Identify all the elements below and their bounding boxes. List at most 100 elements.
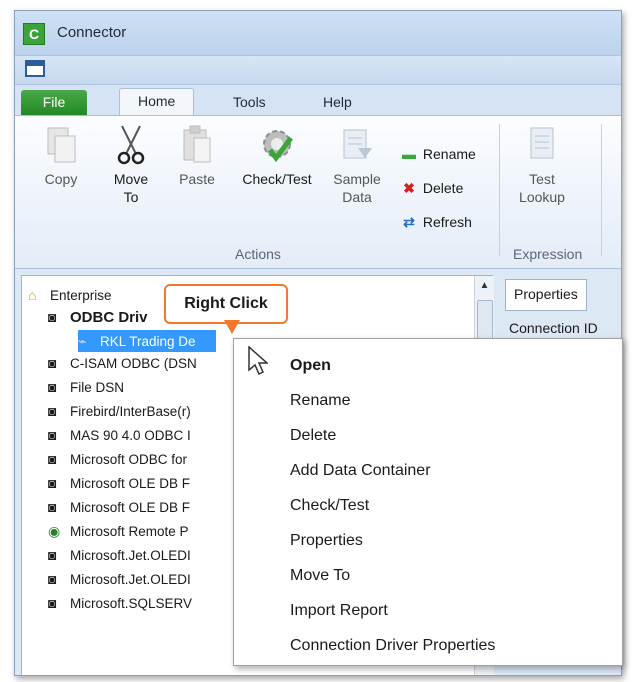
tab-properties[interactable]: Properties bbox=[505, 279, 587, 311]
rename-label: Rename bbox=[422, 146, 476, 162]
paste-icon bbox=[183, 125, 211, 163]
scroll-thumb[interactable] bbox=[477, 300, 493, 342]
tree-item[interactable]: ◉ Microsoft Remote P bbox=[48, 520, 189, 542]
tree-item-label: RKL Trading De bbox=[100, 334, 196, 349]
tree-item[interactable]: ◙ MAS 90 4.0 ODBC I bbox=[48, 424, 191, 446]
actions-group-label: Actions bbox=[235, 246, 281, 262]
refresh-label: Refresh bbox=[422, 214, 472, 230]
mouse-pointer-icon bbox=[248, 346, 268, 376]
odbc-driver-icon: ◙ bbox=[48, 547, 57, 563]
odbc-driver-icon: ◙ bbox=[48, 355, 57, 371]
tree-item-label: Microsoft OLE DB F bbox=[70, 500, 191, 515]
tree-item[interactable]: ◙ Microsoft OLE DB F bbox=[48, 472, 190, 494]
tree-item[interactable]: ◙ File DSN bbox=[48, 376, 124, 398]
odbc-driver-icon: ◙ bbox=[48, 451, 57, 467]
delete-x-icon: ✖ bbox=[403, 180, 415, 196]
context-menu: Open Rename Delete Add Data Container Ch… bbox=[233, 338, 623, 666]
copy-label: Copy bbox=[44, 171, 78, 187]
test-lookup-label-line1: Test bbox=[529, 171, 555, 187]
check-gear-icon bbox=[263, 130, 293, 163]
odbc-driver-icon: ◙ bbox=[48, 379, 57, 395]
move-to-label-line1: Move bbox=[113, 171, 149, 187]
odbc-driver-icon: ◙ bbox=[48, 499, 57, 515]
sample-data-label-line2: Data bbox=[342, 189, 372, 205]
delete-button[interactable]: ✖ Delete bbox=[399, 180, 463, 197]
tree-item[interactable]: ◙ Microsoft OLE DB F bbox=[48, 496, 190, 518]
tree-item-label: Firebird/InterBase(r) bbox=[70, 404, 191, 419]
test-lookup-icon bbox=[530, 127, 554, 159]
move-to-button[interactable]: Move To bbox=[101, 124, 161, 206]
sample-data-label-line1: Sample bbox=[333, 171, 381, 187]
scissors-icon bbox=[117, 125, 145, 165]
paste-button[interactable]: Paste bbox=[169, 124, 225, 188]
tree-item[interactable]: ◙ Microsoft.Jet.OLEDI bbox=[48, 544, 191, 566]
app-logo-icon: C bbox=[23, 23, 45, 45]
menu-item-import-report[interactable]: Import Report bbox=[290, 596, 388, 626]
tab-home[interactable]: Home bbox=[119, 88, 195, 117]
odbc-driver-icon: ◙ bbox=[48, 475, 57, 491]
menu-item-connection-driver-properties[interactable]: Connection Driver Properties bbox=[290, 631, 495, 661]
tree-item-label: MAS 90 4.0 ODBC I bbox=[70, 428, 191, 443]
refresh-button[interactable]: ⇄ Refresh bbox=[399, 214, 472, 231]
test-lookup-label-line2: Lookup bbox=[519, 189, 565, 205]
ribbon-home: Copy Move To Paste Check/Test Sample Dat… bbox=[15, 115, 621, 269]
copy-icon bbox=[47, 127, 76, 163]
paste-label: Paste bbox=[179, 171, 215, 187]
tree-item[interactable]: ◙ Microsoft.Jet.OLEDI bbox=[48, 568, 191, 590]
tree-item-enterprise[interactable]: ⌂ Enterprise bbox=[28, 284, 112, 306]
window-menu-icon[interactable] bbox=[25, 60, 45, 77]
window-title: Connector bbox=[57, 24, 127, 41]
menu-item-properties[interactable]: Properties bbox=[290, 526, 363, 556]
menu-item-delete[interactable]: Delete bbox=[290, 421, 336, 451]
odbc-driver-icon: ◙ bbox=[48, 309, 57, 325]
tree-item-label: File DSN bbox=[70, 380, 125, 395]
tree-item-label: Microsoft.SQLSERV bbox=[70, 596, 193, 611]
group-divider-2 bbox=[601, 124, 602, 256]
tree-item[interactable]: ◙ Microsoft ODBC for bbox=[48, 448, 187, 470]
menu-item-move-to[interactable]: Move To bbox=[290, 561, 350, 591]
check-test-label: Check/Test bbox=[242, 171, 312, 187]
callout-pointer bbox=[224, 320, 240, 334]
tree-item[interactable]: ◙ Microsoft.SQLSERV bbox=[48, 592, 192, 614]
copy-button[interactable]: Copy bbox=[31, 124, 91, 188]
ribbon-tab-bar: File Home Tools Help bbox=[15, 85, 621, 117]
delete-label: Delete bbox=[422, 180, 464, 196]
tree-item[interactable]: ◙ C-ISAM ODBC (DSN bbox=[48, 352, 197, 374]
quick-access-toolbar bbox=[15, 55, 621, 85]
tree-item-label: Enterprise bbox=[50, 288, 112, 303]
tree-item-label: Microsoft ODBC for bbox=[70, 452, 188, 467]
connection-icon: ⌁ bbox=[78, 333, 87, 349]
menu-item-check-test[interactable]: Check/Test bbox=[290, 491, 369, 521]
tree-item-rkl-trading[interactable]: ⌁ RKL Trading De bbox=[78, 330, 216, 352]
tree-item-label: Microsoft OLE DB F bbox=[70, 476, 191, 491]
group-divider bbox=[499, 124, 500, 256]
move-to-label-line2: To bbox=[123, 189, 139, 205]
menu-item-add-data-container[interactable]: Add Data Container bbox=[290, 456, 431, 486]
tree-item-label: Microsoft.Jet.OLEDI bbox=[70, 572, 191, 587]
house-icon: ⌂ bbox=[28, 287, 37, 303]
rename-button[interactable]: ▬ Rename bbox=[399, 146, 476, 162]
rename-icon: ▬ bbox=[402, 146, 416, 162]
menu-item-open[interactable]: Open bbox=[290, 351, 331, 381]
odbc-driver-icon: ◙ bbox=[48, 595, 57, 611]
tree-item-label: C-ISAM ODBC (DSN bbox=[70, 356, 197, 371]
right-click-callout: Right Click bbox=[164, 284, 288, 324]
refresh-icon: ⇄ bbox=[403, 214, 415, 230]
sample-data-icon bbox=[343, 129, 372, 159]
tree-item-label: Microsoft Remote P bbox=[70, 524, 189, 539]
tree-item-odbc-drivers[interactable]: ◙ ODBC Driv bbox=[48, 306, 148, 328]
scroll-up-icon[interactable]: ▲ bbox=[475, 276, 494, 296]
odbc-driver-icon: ◙ bbox=[48, 571, 57, 587]
sample-data-button[interactable]: Sample Data bbox=[327, 124, 387, 206]
title-bar: C Connector bbox=[15, 11, 621, 55]
odbc-driver-icon: ◙ bbox=[48, 403, 57, 419]
tab-tools[interactable]: Tools bbox=[215, 90, 284, 115]
tab-file[interactable]: File bbox=[21, 90, 87, 115]
tab-help[interactable]: Help bbox=[305, 90, 370, 115]
check-test-button[interactable]: Check/Test bbox=[231, 124, 323, 188]
test-lookup-button[interactable]: Test Lookup bbox=[509, 124, 575, 206]
tree-item-label: ODBC Driv bbox=[70, 309, 148, 326]
menu-item-rename[interactable]: Rename bbox=[290, 386, 350, 416]
tree-item[interactable]: ◙ Firebird/InterBase(r) bbox=[48, 400, 191, 422]
globe-icon: ◉ bbox=[48, 523, 61, 539]
